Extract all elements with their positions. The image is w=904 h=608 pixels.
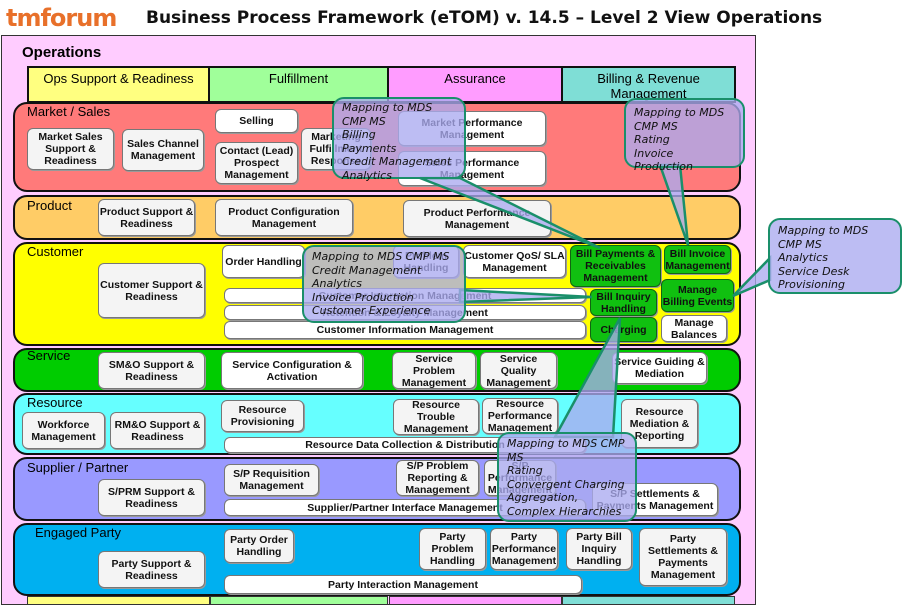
callout-line: Invoice Production xyxy=(634,146,693,174)
callout-line: Rating xyxy=(507,464,543,477)
callout-line: Mapping to MDS CMP xyxy=(507,437,625,450)
callout-line: Mapping to MDS CMP MS xyxy=(312,250,450,263)
callout-line: MS xyxy=(507,450,524,464)
callout-line: Payments xyxy=(342,141,397,155)
callout-line: CMP MS xyxy=(342,114,386,128)
callout-line: Mapping to MDS xyxy=(778,224,869,237)
callout-credit-customer-experience: Mapping to MDS CMP MS Credit Management … xyxy=(302,245,466,323)
callout-5-pointer xyxy=(552,317,622,439)
callout-3-pointer xyxy=(732,254,772,298)
callout-analytics-service-desk: Mapping to MDS CMP MS Analytics Service … xyxy=(768,218,902,294)
callout-2-pointer xyxy=(658,163,690,246)
callout-line: Credit Management xyxy=(342,155,452,168)
callout-line: Billing xyxy=(342,128,376,141)
callout-1-pointer xyxy=(419,176,601,250)
callout-line: Credit Management xyxy=(312,263,422,277)
callout-line: Convergent Charging xyxy=(507,477,625,491)
callout-line: Analytics xyxy=(778,251,828,264)
callout-line: Mapping to MDS xyxy=(342,101,433,114)
callout-rating-convergent-charging: Mapping to MDS CMP MS Rating Convergent … xyxy=(497,432,637,522)
callout-line: Service Desk xyxy=(778,264,850,278)
callout-rating-invoice: Mapping to MDS CMP MS Rating Invoice Pro… xyxy=(624,98,745,173)
callout-line: CMP MS xyxy=(778,237,822,251)
callout-line: Mapping to MDS xyxy=(634,106,725,119)
callout-line: Complex Hierarchies xyxy=(507,504,622,518)
callout-line: Aggregation, xyxy=(507,491,579,504)
callout-line: Customer Experience xyxy=(312,304,431,317)
callout-line: Analytics xyxy=(312,277,362,290)
callout-line: Provisioning xyxy=(778,278,845,291)
callout-4-pointer xyxy=(458,288,593,304)
callout-line: CMP MS xyxy=(634,119,678,133)
callout-line: Rating xyxy=(634,133,670,146)
callout-line: Invoice Production xyxy=(312,290,414,304)
callout-line: Analytics xyxy=(342,168,392,182)
callout-billing-payments: Mapping to MDS CMP MS Billing Payments C… xyxy=(332,97,466,182)
